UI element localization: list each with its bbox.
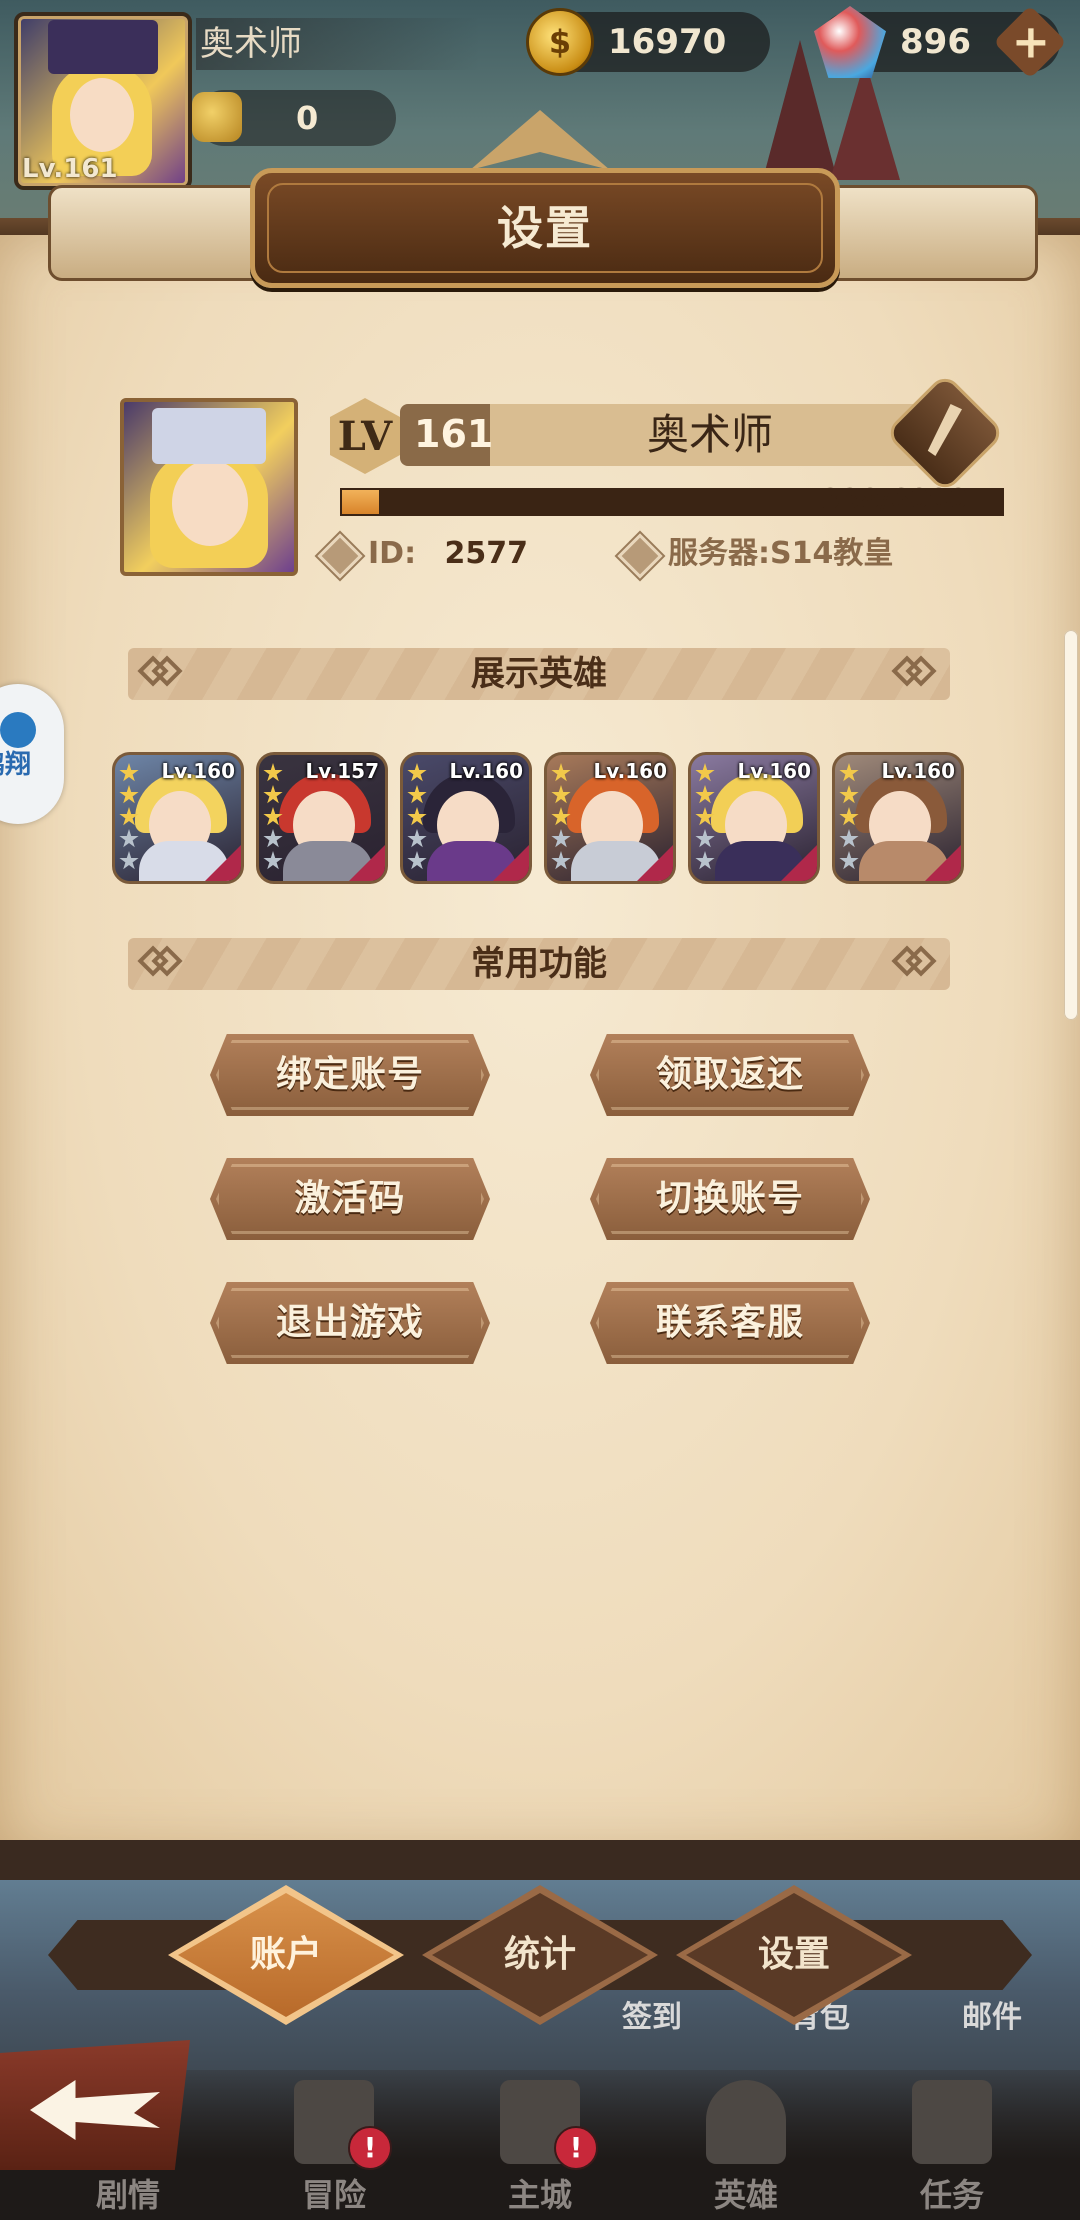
hero-level: Lv.160 (881, 759, 956, 783)
contact-support-button[interactable]: 联系客服 (590, 1282, 870, 1364)
exit-game-button[interactable]: 退出游戏 (210, 1282, 490, 1364)
floating-assistant[interactable]: 鹏翔 (0, 684, 64, 824)
nav-adventure-label: 冒险 (301, 2176, 366, 2214)
alert-badge: ! (554, 2126, 598, 2170)
gem-value: 896 (900, 22, 971, 62)
hero-level: Lv.160 (161, 759, 236, 783)
checkin-label: 签到 (622, 2000, 682, 2035)
avatar-face (70, 78, 134, 152)
castle-tower (830, 60, 900, 180)
star-rating (551, 763, 573, 873)
showcase-header: 展示英雄 (128, 648, 950, 700)
profile-name: 奥术师 (646, 410, 773, 459)
portrait-face (172, 460, 248, 546)
hero-card[interactable]: Lv.160 (400, 752, 532, 884)
coin-icon: $ (526, 8, 594, 76)
player-level: 161 (414, 412, 494, 456)
bind-account-button[interactable]: 绑定账号 (210, 1034, 490, 1116)
claim-refund-button[interactable]: 领取返还 (590, 1034, 870, 1116)
nav-heroes-label: 英雄 (713, 2176, 778, 2214)
functions-header: 常用功能 (128, 938, 950, 990)
hero-card[interactable]: Lv.160 (544, 752, 676, 884)
avatar-hat (48, 20, 158, 74)
title-banner: 设置 (250, 168, 840, 288)
floating-label: 鹏翔 (0, 750, 31, 780)
player-avatar[interactable]: Lv.161 (14, 12, 192, 190)
plus-icon: + (1011, 14, 1050, 69)
hero-level: Lv.160 (593, 759, 668, 783)
nav-main-city-label: 主城 (507, 2176, 572, 2214)
scrollbar[interactable] (1064, 630, 1078, 1020)
star-rating (695, 763, 717, 873)
alert-badge: ! (348, 2126, 392, 2170)
nav-adventure[interactable]: ! 冒险 (264, 2070, 404, 2220)
avatar-level: Lv.161 (22, 154, 118, 184)
xp-bar-fill (342, 490, 379, 514)
star-rating (839, 763, 861, 873)
power-value: 0 (296, 99, 319, 137)
power-display: 0 (192, 90, 396, 146)
panel-bottom-edge (0, 1840, 1080, 1880)
chain-link-icon (891, 945, 937, 978)
server-info: 服务器:S14教皇 (668, 534, 893, 574)
nav-heroes[interactable]: 英雄 (676, 2070, 816, 2220)
star-rating (119, 763, 141, 873)
showcase-title: 展示英雄 (471, 654, 607, 694)
profile-portrait (120, 398, 298, 576)
player-name: 奥术师 (196, 18, 480, 70)
id-value: 2577 (444, 536, 529, 571)
id-label: ID: (368, 536, 417, 571)
gold-value: 16970 (608, 22, 727, 62)
portrait-hat (152, 408, 266, 464)
server-value: S14教皇 (770, 536, 894, 571)
fist-icon (192, 92, 242, 142)
nav-story-label: 剧情 (95, 2176, 160, 2214)
nav-tasks[interactable]: 任务 (882, 2070, 1022, 2220)
nav-tasks-label: 任务 (919, 2176, 984, 2214)
hero-card[interactable]: Lv.160 (112, 752, 244, 884)
hero-card[interactable]: Lv.160 (832, 752, 964, 884)
hero-level: Lv.160 (449, 759, 524, 783)
switch-account-button[interactable]: 切换账号 (590, 1158, 870, 1240)
functions-title: 常用功能 (471, 944, 607, 984)
activation-code-button[interactable]: 激活码 (210, 1158, 490, 1240)
gold-display: $ 16970 (526, 8, 770, 76)
page-title: 设置 (497, 201, 593, 255)
hero-level: Lv.160 (737, 759, 812, 783)
gem-display: 896 + (814, 5, 1067, 79)
star-rating (407, 763, 429, 873)
server-label: 服务器: (668, 536, 770, 571)
assistant-logo-icon (0, 712, 36, 748)
hero-level: Lv.157 (305, 759, 380, 783)
chain-link-icon (891, 655, 937, 688)
knight-helmet-icon (706, 2080, 786, 2164)
nav-main-city[interactable]: ! 主城 (470, 2070, 610, 2220)
scroll-map-icon (912, 2080, 992, 2164)
xp-text: 338/6000 (821, 482, 968, 515)
mail-label: 邮件 (962, 2000, 1022, 2035)
player-id: ID: 2577 (368, 534, 528, 574)
star-rating (263, 763, 285, 873)
hero-card[interactable]: Lv.160 (688, 752, 820, 884)
hero-card[interactable]: Lv.157 (256, 752, 388, 884)
